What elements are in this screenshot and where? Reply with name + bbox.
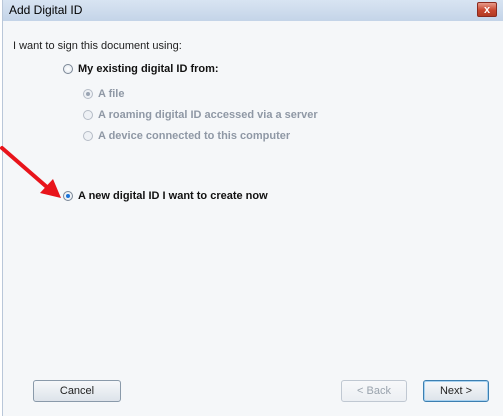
radio-new-id-label: A new digital ID I want to create now [78, 190, 268, 202]
cancel-button[interactable]: Cancel [33, 380, 121, 402]
radio-device-label: A device connected to this computer [98, 130, 291, 142]
radio-roaming-icon [83, 110, 93, 120]
back-button: < Back [341, 380, 407, 402]
add-digital-id-dialog: Add Digital ID x I want to sign this doc… [2, 0, 503, 416]
radio-file-icon [83, 89, 93, 99]
radio-new-id[interactable]: A new digital ID I want to create now [63, 190, 268, 202]
radio-existing-icon[interactable] [63, 64, 73, 74]
title-bar: Add Digital ID x [3, 0, 503, 22]
radio-file: A file [83, 88, 125, 100]
dialog-body [3, 21, 503, 416]
close-button[interactable]: x [477, 2, 497, 17]
radio-device: A device connected to this computer [83, 130, 290, 142]
next-button[interactable]: Next > [423, 380, 489, 402]
red-arrow-annotation [0, 146, 61, 198]
radio-roaming-label: A roaming digital ID accessed via a serv… [98, 109, 318, 121]
radio-roaming: A roaming digital ID accessed via a serv… [83, 109, 318, 121]
close-icon: x [483, 4, 491, 16]
radio-file-label: A file [98, 88, 125, 100]
radio-device-icon [83, 131, 93, 141]
radio-existing-label: My existing digital ID from: [78, 63, 219, 75]
prompt-text: I want to sign this document using: [13, 40, 182, 52]
window-title: Add Digital ID [9, 3, 83, 17]
radio-existing-id[interactable]: My existing digital ID from: [63, 63, 219, 75]
